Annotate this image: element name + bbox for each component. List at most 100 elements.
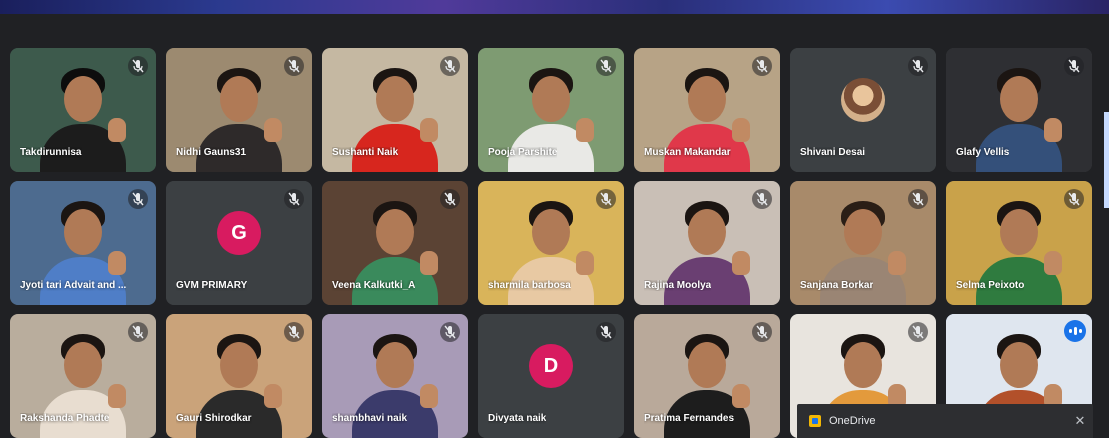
face-shape <box>844 342 882 388</box>
onedrive-icon <box>809 415 821 427</box>
participant-name: sharmila barbosa <box>488 280 571 291</box>
participant-name: Rajina Moolya <box>644 280 712 291</box>
face-shape <box>688 342 726 388</box>
participant-tile[interactable]: Sushanti Naik <box>322 48 468 172</box>
close-icon[interactable]: ✕ <box>1067 413 1093 429</box>
mic-off-icon <box>284 56 304 76</box>
thumbs-up-icon <box>108 251 126 275</box>
mic-off-icon <box>752 56 772 76</box>
mic-off-icon <box>908 56 928 76</box>
mic-off-icon <box>596 189 616 209</box>
participant-grid: Takdirunnisa Nidhi Gauns31 Sushanti Naik Po… <box>10 48 1092 438</box>
mic-off-icon <box>284 189 304 209</box>
thumbs-up-icon <box>1044 251 1062 275</box>
thumbs-up-icon <box>576 118 594 142</box>
face-shape <box>688 209 726 255</box>
face-shape <box>1000 76 1038 122</box>
participant-name: Sanjana Borkar <box>800 280 874 291</box>
mic-off-icon <box>128 189 148 209</box>
top-banner <box>0 0 1109 14</box>
participant-tile[interactable]: Muskan Makandar <box>634 48 780 172</box>
participant-name: GVM PRIMARY <box>176 280 248 291</box>
participant-tile[interactable]: sharmila barbosa <box>478 181 624 305</box>
notification-title: OneDrive <box>829 415 876 427</box>
thumbs-up-icon <box>888 251 906 275</box>
participant-name: Pooja Parshite <box>488 147 558 158</box>
face-shape <box>844 209 882 255</box>
participant-name: Pratima Fernandes <box>644 413 735 424</box>
mic-off-icon <box>128 322 148 342</box>
participant-name: Selma Peixoto <box>956 280 1025 291</box>
thumbs-up-icon <box>732 118 750 142</box>
participant-name: Gauri Shirodkar <box>176 413 252 424</box>
participant-tile[interactable]: Sanjana Borkar <box>790 181 936 305</box>
participant-tile[interactable]: Takdirunnisa <box>10 48 156 172</box>
face-shape <box>376 209 414 255</box>
face-shape <box>532 76 570 122</box>
mic-off-icon <box>128 56 148 76</box>
face-shape <box>688 76 726 122</box>
face-shape <box>532 209 570 255</box>
mic-off-icon <box>440 322 460 342</box>
thumbs-up-icon <box>264 118 282 142</box>
participant-tile[interactable]: Gauri Shirodkar <box>166 314 312 438</box>
participant-name: Glafy Vellis <box>956 147 1010 158</box>
mic-off-icon <box>752 322 772 342</box>
participant-name: Nidhi Gauns31 <box>176 147 247 158</box>
face-shape <box>376 76 414 122</box>
thumbs-up-icon <box>264 384 282 408</box>
participant-tile[interactable]: shambhavi naik <box>322 314 468 438</box>
participant-name: Muskan Makandar <box>644 147 731 158</box>
thumbs-up-icon <box>108 384 126 408</box>
thumbs-up-icon <box>420 251 438 275</box>
participant-tile[interactable]: Selma Peixoto <box>946 181 1092 305</box>
mic-off-icon <box>284 322 304 342</box>
thumbs-up-icon <box>576 251 594 275</box>
face-shape <box>376 342 414 388</box>
participant-tile[interactable]: Rajina Moolya <box>634 181 780 305</box>
side-panel-edge <box>1104 112 1109 208</box>
participant-tile[interactable]: Nidhi Gauns31 <box>166 48 312 172</box>
face-shape <box>1000 209 1038 255</box>
face-shape <box>220 342 258 388</box>
participant-tile[interactable]: Jyoti tari Advait and ... <box>10 181 156 305</box>
participant-name: Shivani Desai <box>800 147 866 158</box>
participant-tile[interactable]: Veena Kalkutki_A <box>322 181 468 305</box>
onedrive-notification[interactable]: OneDrive ✕ <box>797 404 1093 438</box>
mic-off-icon <box>440 56 460 76</box>
mic-off-icon <box>596 322 616 342</box>
avatar-photo <box>841 78 885 123</box>
participant-tile[interactable]: Shivani Desai <box>790 48 936 172</box>
participant-name: Jyoti tari Advait and ... <box>20 280 127 291</box>
mic-off-icon <box>1064 189 1084 209</box>
face-shape <box>1000 342 1038 388</box>
participant-tile[interactable]: Pratima Fernandes <box>634 314 780 438</box>
participant-tile[interactable]: D Divyata naik <box>478 314 624 438</box>
participant-tile[interactable]: G GVM PRIMARY <box>166 181 312 305</box>
audio-wave-icon <box>1064 320 1086 342</box>
thumbs-up-icon <box>732 251 750 275</box>
participant-tile[interactable]: Rakshanda Phadte <box>10 314 156 438</box>
participant-name: Rakshanda Phadte <box>20 413 110 424</box>
thumbs-up-icon <box>420 118 438 142</box>
thumbs-up-icon <box>732 384 750 408</box>
participant-name: Veena Kalkutki_A <box>332 280 416 291</box>
mic-off-icon <box>596 56 616 76</box>
participant-name: Sushanti Naik <box>332 147 399 158</box>
mic-off-icon <box>440 189 460 209</box>
face-shape <box>64 76 102 122</box>
face-shape <box>220 76 258 122</box>
mic-off-icon <box>1064 56 1084 76</box>
mic-off-icon <box>752 189 772 209</box>
participant-tile[interactable]: Pooja Parshite <box>478 48 624 172</box>
face-shape <box>64 209 102 255</box>
mic-off-icon <box>908 322 928 342</box>
avatar-initial: D <box>529 344 573 389</box>
thumbs-up-icon <box>1044 118 1062 142</box>
avatar-initial: G <box>217 211 261 256</box>
thumbs-up-icon <box>420 384 438 408</box>
participant-tile[interactable]: Glafy Vellis <box>946 48 1092 172</box>
thumbs-up-icon <box>108 118 126 142</box>
participant-name: shambhavi naik <box>332 413 408 424</box>
mic-off-icon <box>908 189 928 209</box>
